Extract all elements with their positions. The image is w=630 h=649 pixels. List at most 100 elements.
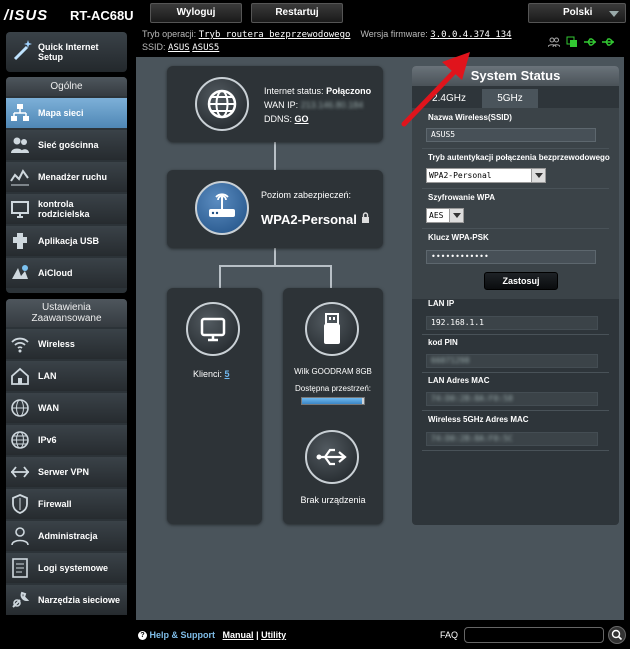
sidebar-item-label: IPv6 <box>38 435 57 445</box>
sidebar-item-guest-network[interactable]: Sieć gościnna <box>6 130 127 160</box>
firmware-label: Wersja firmware: <box>360 29 428 39</box>
usb-drive-icon <box>305 302 359 356</box>
lan-ip-value: 192.168.1.1 <box>426 316 598 330</box>
op-mode-label: Tryb operacji: <box>142 29 197 39</box>
sidebar-item-label: kontrola rodzicielska <box>38 199 90 219</box>
logout-button[interactable]: Wyloguj <box>150 3 242 23</box>
language-label: Polski <box>563 7 593 18</box>
ssid-link-2[interactable]: ASUS5 <box>192 43 219 53</box>
help-support-link[interactable]: Help & Support <box>150 630 216 640</box>
wireless-icon <box>11 337 29 353</box>
internet-card[interactable]: Internet status: Połączono WAN IP: 213.1… <box>167 66 383 142</box>
language-select[interactable]: Polski <box>528 3 626 23</box>
sidebar-item-label: LAN <box>38 371 57 381</box>
sidebar-item-aicloud[interactable]: AiCloud <box>6 258 127 288</box>
network-map-icon <box>11 104 29 121</box>
usb-card[interactable]: Wilk GOODRAM 8GB Dostępna przestrzeń: Br… <box>283 288 383 524</box>
encryption-label: Szyfrowanie WPA <box>428 193 495 202</box>
faq-search-input[interactable] <box>464 627 604 643</box>
auth-mode-label: Tryb autentykacji połączenia bezprzewodo… <box>428 153 610 162</box>
sidebar-item-system-log[interactable]: Logi systemowe <box>6 553 127 583</box>
usb-space-label: Dostępna przestrzeń: <box>294 384 372 393</box>
op-mode-link[interactable]: Tryb routera bezprzewodowego <box>199 30 351 40</box>
ddns-go-link[interactable]: GO <box>295 114 309 124</box>
internet-status-label: Internet status: <box>264 86 324 96</box>
router-card[interactable]: Poziom zabezpieczeń: WPA2-Personal <box>167 170 383 248</box>
manual-link[interactable]: Manual <box>223 630 254 640</box>
traffic-manager-icon <box>10 169 29 186</box>
sidebar-item-label: Menadżer ruchu <box>38 172 108 182</box>
footer-separator: | <box>256 630 259 640</box>
connector-line <box>219 265 221 289</box>
sidebar-item-label: Wireless <box>38 339 75 349</box>
ssid-input[interactable]: ASUS5 <box>426 128 596 142</box>
usb-status-icon-2[interactable] <box>602 36 614 48</box>
connector-line <box>330 265 332 289</box>
globe-icon <box>195 77 249 131</box>
usb-app-icon <box>13 233 27 249</box>
footer-links: ? Help & Support Manual | Utility <box>138 630 286 641</box>
annotation-arrow <box>401 52 470 127</box>
quick-setup-button[interactable]: Quick Internet Setup <box>6 32 127 72</box>
sidebar-item-lan[interactable]: LAN <box>6 361 127 391</box>
general-header: Ogólne <box>6 77 127 96</box>
sidebar-item-network-map[interactable]: Mapa sieci <box>6 98 127 128</box>
clients-label: Klienci: <box>193 369 223 379</box>
sidebar-item-administration[interactable]: Administracja <box>6 521 127 551</box>
wl5-mac-value: 74:D0:2B:8A:F0:5C <box>431 434 513 443</box>
copy-icon[interactable] <box>566 36 578 48</box>
lock-icon <box>361 212 370 223</box>
system-log-icon <box>12 558 28 578</box>
wl5-mac-field: 74:D0:2B:8A:F0:5C <box>426 432 598 446</box>
wan-icon <box>11 399 29 417</box>
sidebar-item-firewall[interactable]: Firewall <box>6 489 127 519</box>
router-model: RT-AC68U <box>70 8 134 23</box>
sidebar-item-label: Narzędzia sieciowe <box>38 595 121 605</box>
wan-ip-label: WAN IP: <box>264 100 299 110</box>
usb-status-icon[interactable] <box>584 36 596 48</box>
search-icon <box>611 629 623 641</box>
router-icon <box>195 181 249 235</box>
users-icon[interactable] <box>547 36 561 48</box>
firmware-link[interactable]: 3.0.0.4.374_134 <box>430 30 511 40</box>
utility-link[interactable]: Utility <box>261 630 286 640</box>
clients-card[interactable]: Klienci: 5 <box>167 288 262 524</box>
sidebar-item-label: Mapa sieci <box>38 108 84 118</box>
encryption-select[interactable]: AES <box>426 208 464 223</box>
restart-button[interactable]: Restartuj <box>251 3 343 23</box>
auth-mode-select[interactable]: WPA2-Personal <box>426 168 546 183</box>
sidebar-item-usb-app[interactable]: Aplikacja USB <box>6 226 127 256</box>
sidebar-item-network-tools[interactable]: Narzędzia sieciowe <box>6 585 127 615</box>
sidebar-item-ipv6[interactable]: IPv6 <box>6 425 127 455</box>
chevron-down-icon <box>449 209 463 222</box>
clients-count-link[interactable]: 5 <box>225 369 230 379</box>
connector-line <box>219 265 331 267</box>
sidebar-item-label: AiCloud <box>38 268 73 278</box>
general-menu: Ogólne Mapa sieci Sieć gościnna Menadżer… <box>6 77 127 293</box>
guest-network-icon <box>11 137 29 153</box>
sidebar-item-wireless[interactable]: Wireless <box>6 329 127 359</box>
pin-value: 66071298 <box>431 356 470 365</box>
psk-input[interactable]: •••••••••••• <box>426 250 596 264</box>
sidebar-item-traffic-manager[interactable]: Menadżer ruchu <box>6 162 127 192</box>
parental-control-icon <box>11 201 29 218</box>
ssid-link-1[interactable]: ASUS <box>168 43 190 53</box>
sidebar-item-label: WAN <box>38 403 59 413</box>
usb-symbol-icon <box>305 430 359 484</box>
advanced-header: Ustawienia Zaawansowane <box>6 299 127 327</box>
connector-line <box>274 248 276 266</box>
sidebar-item-wan[interactable]: WAN <box>6 393 127 423</box>
search-button[interactable] <box>608 626 626 644</box>
sidebar-item-label: Administracja <box>38 531 98 541</box>
security-label: Poziom zabezpieczeń: <box>261 190 352 200</box>
sidebar-item-parental-control[interactable]: kontrola rodzicielska <box>6 194 127 224</box>
aicloud-icon <box>12 265 28 279</box>
pin-field: 66071298 <box>426 354 598 368</box>
advanced-menu: Ustawienia Zaawansowane Wireless LAN WAN… <box>6 299 127 615</box>
faq-label: FAQ <box>440 630 459 640</box>
sidebar-item-label: Serwer VPN <box>38 467 90 477</box>
apply-button[interactable]: Zastosuj <box>484 272 558 290</box>
tab-5ghz[interactable]: 5GHz <box>482 89 538 108</box>
sidebar-item-vpn[interactable]: Serwer VPN <box>6 457 127 487</box>
firewall-icon <box>12 494 28 514</box>
